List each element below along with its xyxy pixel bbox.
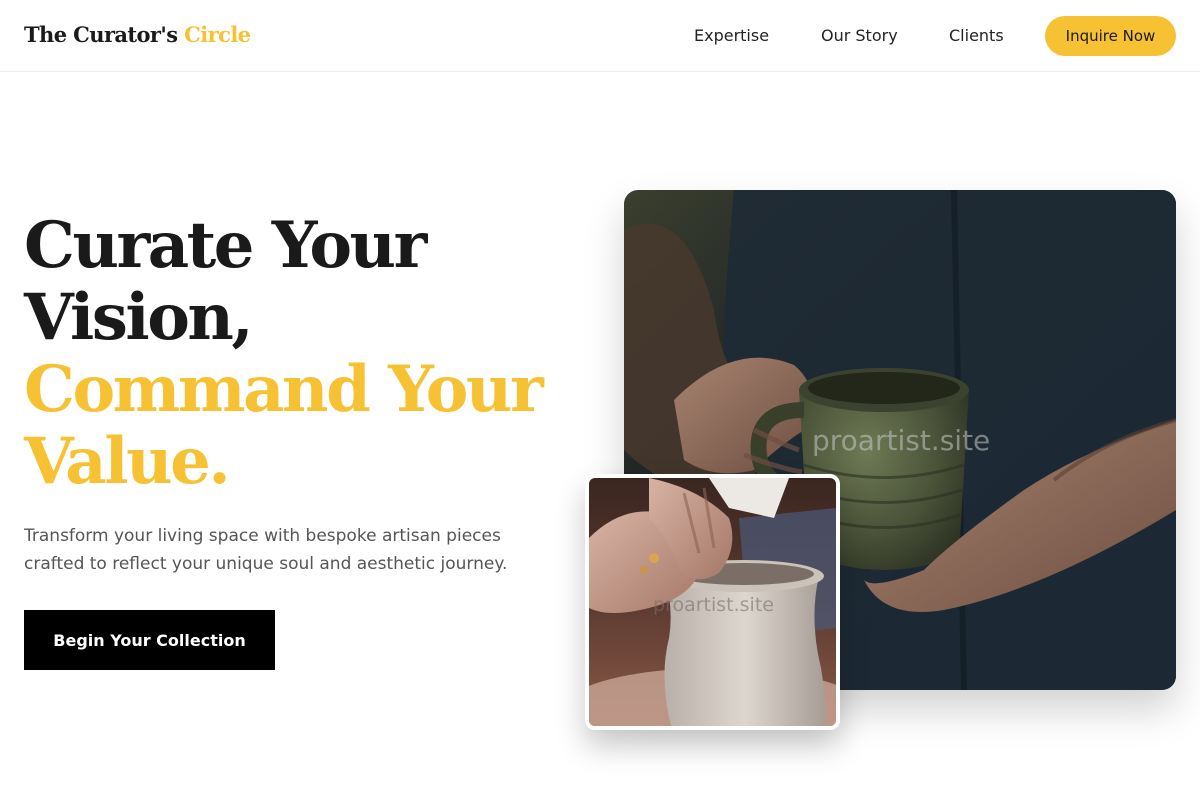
hero-title-line-4: Value. — [24, 424, 231, 499]
pottery-photo-illustration — [589, 478, 836, 726]
begin-collection-button[interactable]: Begin Your Collection — [24, 610, 275, 670]
site-logo[interactable]: The Curator's Circle — [24, 22, 251, 47]
nav-link-expertise[interactable]: Expertise — [694, 26, 769, 45]
hero-subtitle: Transform your living space with bespoke… — [24, 526, 508, 574]
hero-title: Curate Your Vision, Command Your Value. — [24, 210, 584, 498]
nav-link-clients[interactable]: Clients — [949, 26, 1004, 45]
hero-title-line-2: Vision, — [24, 280, 254, 355]
hero-title-line-3: Command Your — [24, 352, 544, 427]
nav-link-our-story[interactable]: Our Story — [821, 26, 898, 45]
hero-image-pottery-wheel: proartist.site — [585, 474, 840, 730]
site-header: The Curator's Circle Expertise Our Story… — [0, 0, 1200, 72]
hero-title-line-1: Curate Your — [24, 208, 427, 283]
inquire-now-button[interactable]: Inquire Now — [1045, 16, 1176, 56]
logo-accent-text: Circle — [184, 22, 251, 47]
logo-text: The Curator's — [24, 22, 178, 47]
